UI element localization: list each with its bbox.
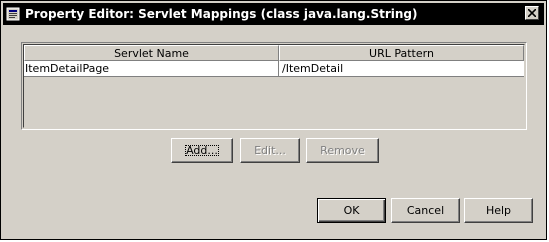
add-button[interactable]: Add... bbox=[171, 138, 233, 163]
table-header: Servlet Name URL Pattern bbox=[24, 45, 524, 61]
close-button[interactable] bbox=[525, 6, 539, 20]
remove-button-label: Remove bbox=[320, 144, 365, 157]
help-button[interactable]: Help bbox=[464, 198, 533, 223]
remove-button[interactable]: Remove bbox=[306, 138, 379, 163]
table-row[interactable]: ItemDetailPage /ItemDetail bbox=[24, 61, 524, 77]
column-header-url-pattern[interactable]: URL Pattern bbox=[279, 45, 524, 61]
cancel-button[interactable]: Cancel bbox=[391, 198, 460, 223]
app-window-icon bbox=[6, 7, 20, 21]
servlet-mappings-table: Servlet Name URL Pattern ItemDetailPage … bbox=[21, 42, 527, 130]
cancel-button-label: Cancel bbox=[406, 204, 445, 217]
edit-button-label: Edit... bbox=[254, 144, 286, 157]
close-icon bbox=[528, 9, 536, 17]
cell-url-pattern[interactable]: /ItemDetail bbox=[279, 61, 524, 77]
help-button-label: Help bbox=[485, 204, 512, 217]
add-button-label: Add... bbox=[182, 142, 222, 159]
title-bar[interactable]: Property Editor: Servlet Mappings (class… bbox=[3, 3, 544, 25]
edit-button[interactable]: Edit... bbox=[240, 138, 300, 163]
ok-button-label: OK bbox=[343, 204, 360, 217]
property-editor-dialog: Property Editor: Servlet Mappings (class… bbox=[0, 0, 547, 240]
column-header-servlet-name[interactable]: Servlet Name bbox=[24, 45, 279, 61]
ok-button[interactable]: OK bbox=[317, 198, 386, 223]
dialog-title: Property Editor: Servlet Mappings (class… bbox=[25, 7, 418, 21]
cell-servlet-name[interactable]: ItemDetailPage bbox=[24, 61, 279, 77]
table-viewport: Servlet Name URL Pattern ItemDetailPage … bbox=[23, 44, 525, 128]
